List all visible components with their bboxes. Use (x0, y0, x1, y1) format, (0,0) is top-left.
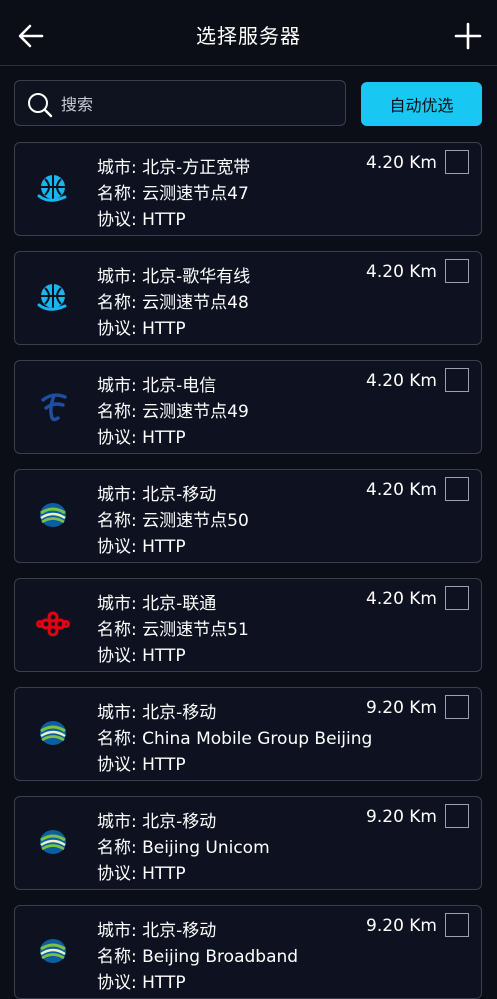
server-city: 城市: 北京-电信 (97, 376, 217, 396)
server-city: 城市: 北京-移动 (97, 921, 217, 941)
china-mobile-icon (35, 824, 71, 860)
globe-icon (35, 170, 71, 206)
server-city: 城市: 北京-联通 (97, 594, 217, 614)
server-name: 名称: 云测速节点47 (97, 184, 249, 204)
server-protocol: 协议: HTTP (97, 537, 186, 557)
server-distance: 4.20 Km (366, 480, 437, 500)
server-city: 城市: 北京-移动 (97, 812, 217, 832)
server-protocol: 协议: HTTP (97, 428, 186, 448)
server-city: 城市: 北京-移动 (97, 485, 217, 505)
server-protocol: 协议: HTTP (97, 755, 186, 775)
china-mobile-icon (35, 715, 71, 751)
search-icon (28, 93, 53, 118)
server-city: 城市: 北京-移动 (97, 703, 217, 723)
server-card[interactable]: 城市: 北京-方正宽带 名称: 云测速节点47 协议: HTTP 4.20 Km (14, 142, 482, 236)
server-name: 名称: Beijing Unicom (97, 838, 270, 858)
server-distance: 4.20 Km (366, 262, 437, 282)
page-title: 选择服务器 (196, 24, 301, 48)
server-distance: 9.20 Km (366, 698, 437, 718)
server-city: 城市: 北京-方正宽带 (97, 158, 251, 178)
server-distance: 4.20 Km (366, 589, 437, 609)
server-distance: 9.20 Km (366, 916, 437, 936)
china-mobile-icon (35, 497, 71, 533)
server-protocol: 协议: HTTP (97, 973, 186, 993)
server-checkbox[interactable] (445, 695, 469, 719)
header-bar: 选择服务器 (0, 0, 497, 66)
server-protocol: 协议: HTTP (97, 646, 186, 666)
server-card[interactable]: 城市: 北京-歌华有线 名称: 云测速节点48 协议: HTTP 4.20 Km (14, 251, 482, 345)
server-card[interactable]: 城市: 北京-联通名称: 云测速节点51 协议: HTTP 4.20 Km (14, 578, 482, 672)
server-protocol: 协议: HTTP (97, 319, 186, 339)
server-name: 名称: China Mobile Group Beijing (97, 729, 373, 749)
server-distance: 4.20 Km (366, 153, 437, 173)
server-name: 名称: 云测速节点48 (97, 293, 249, 313)
server-checkbox[interactable] (445, 477, 469, 501)
server-checkbox[interactable] (445, 913, 469, 937)
server-checkbox[interactable] (445, 150, 469, 174)
server-card[interactable]: 城市: 北京-移动名称: 云测速节点50 协议: HTTP 4.20 Km (14, 469, 482, 563)
server-card[interactable]: 城市: 北京-电信名称: 云测速节点49 协议: HTTP 4.20 Km (14, 360, 482, 454)
server-city: 城市: 北京-歌华有线 (97, 267, 251, 287)
search-input[interactable] (59, 89, 333, 119)
server-card[interactable]: 城市: 北京-移动名称: Beijing Unicom 协议: HTTP 9.20 … (14, 796, 482, 890)
china-unicom-icon (35, 606, 71, 642)
server-name: 名称: 云测速节点50 (97, 511, 249, 531)
server-card[interactable]: 城市: 北京-移动名称: China Mobile Group Beijing 协… (14, 687, 482, 781)
server-checkbox[interactable] (445, 259, 469, 283)
server-protocol: 协议: HTTP (97, 864, 186, 884)
server-name: 名称: 云测速节点51 (97, 620, 249, 640)
search-box[interactable] (14, 80, 346, 126)
server-name: 名称: 云测速节点49 (97, 402, 249, 422)
server-protocol: 协议: HTTP (97, 210, 186, 230)
server-checkbox[interactable] (445, 586, 469, 610)
china-mobile-icon (35, 933, 71, 969)
server-name: 名称: Beijing Broadband (97, 947, 299, 967)
auto-select-button[interactable]: 自动优选 (361, 82, 482, 126)
server-distance: 9.20 Km (366, 807, 437, 827)
globe-icon (35, 279, 71, 315)
server-checkbox[interactable] (445, 368, 469, 392)
server-card[interactable]: 城市: 北京-移动名称: Beijing Broadband 协议: HTTP 9.… (14, 905, 482, 999)
server-distance: 4.20 Km (366, 371, 437, 391)
add-icon[interactable] (453, 21, 483, 51)
server-checkbox[interactable] (445, 804, 469, 828)
china-telecom-icon (35, 388, 71, 424)
